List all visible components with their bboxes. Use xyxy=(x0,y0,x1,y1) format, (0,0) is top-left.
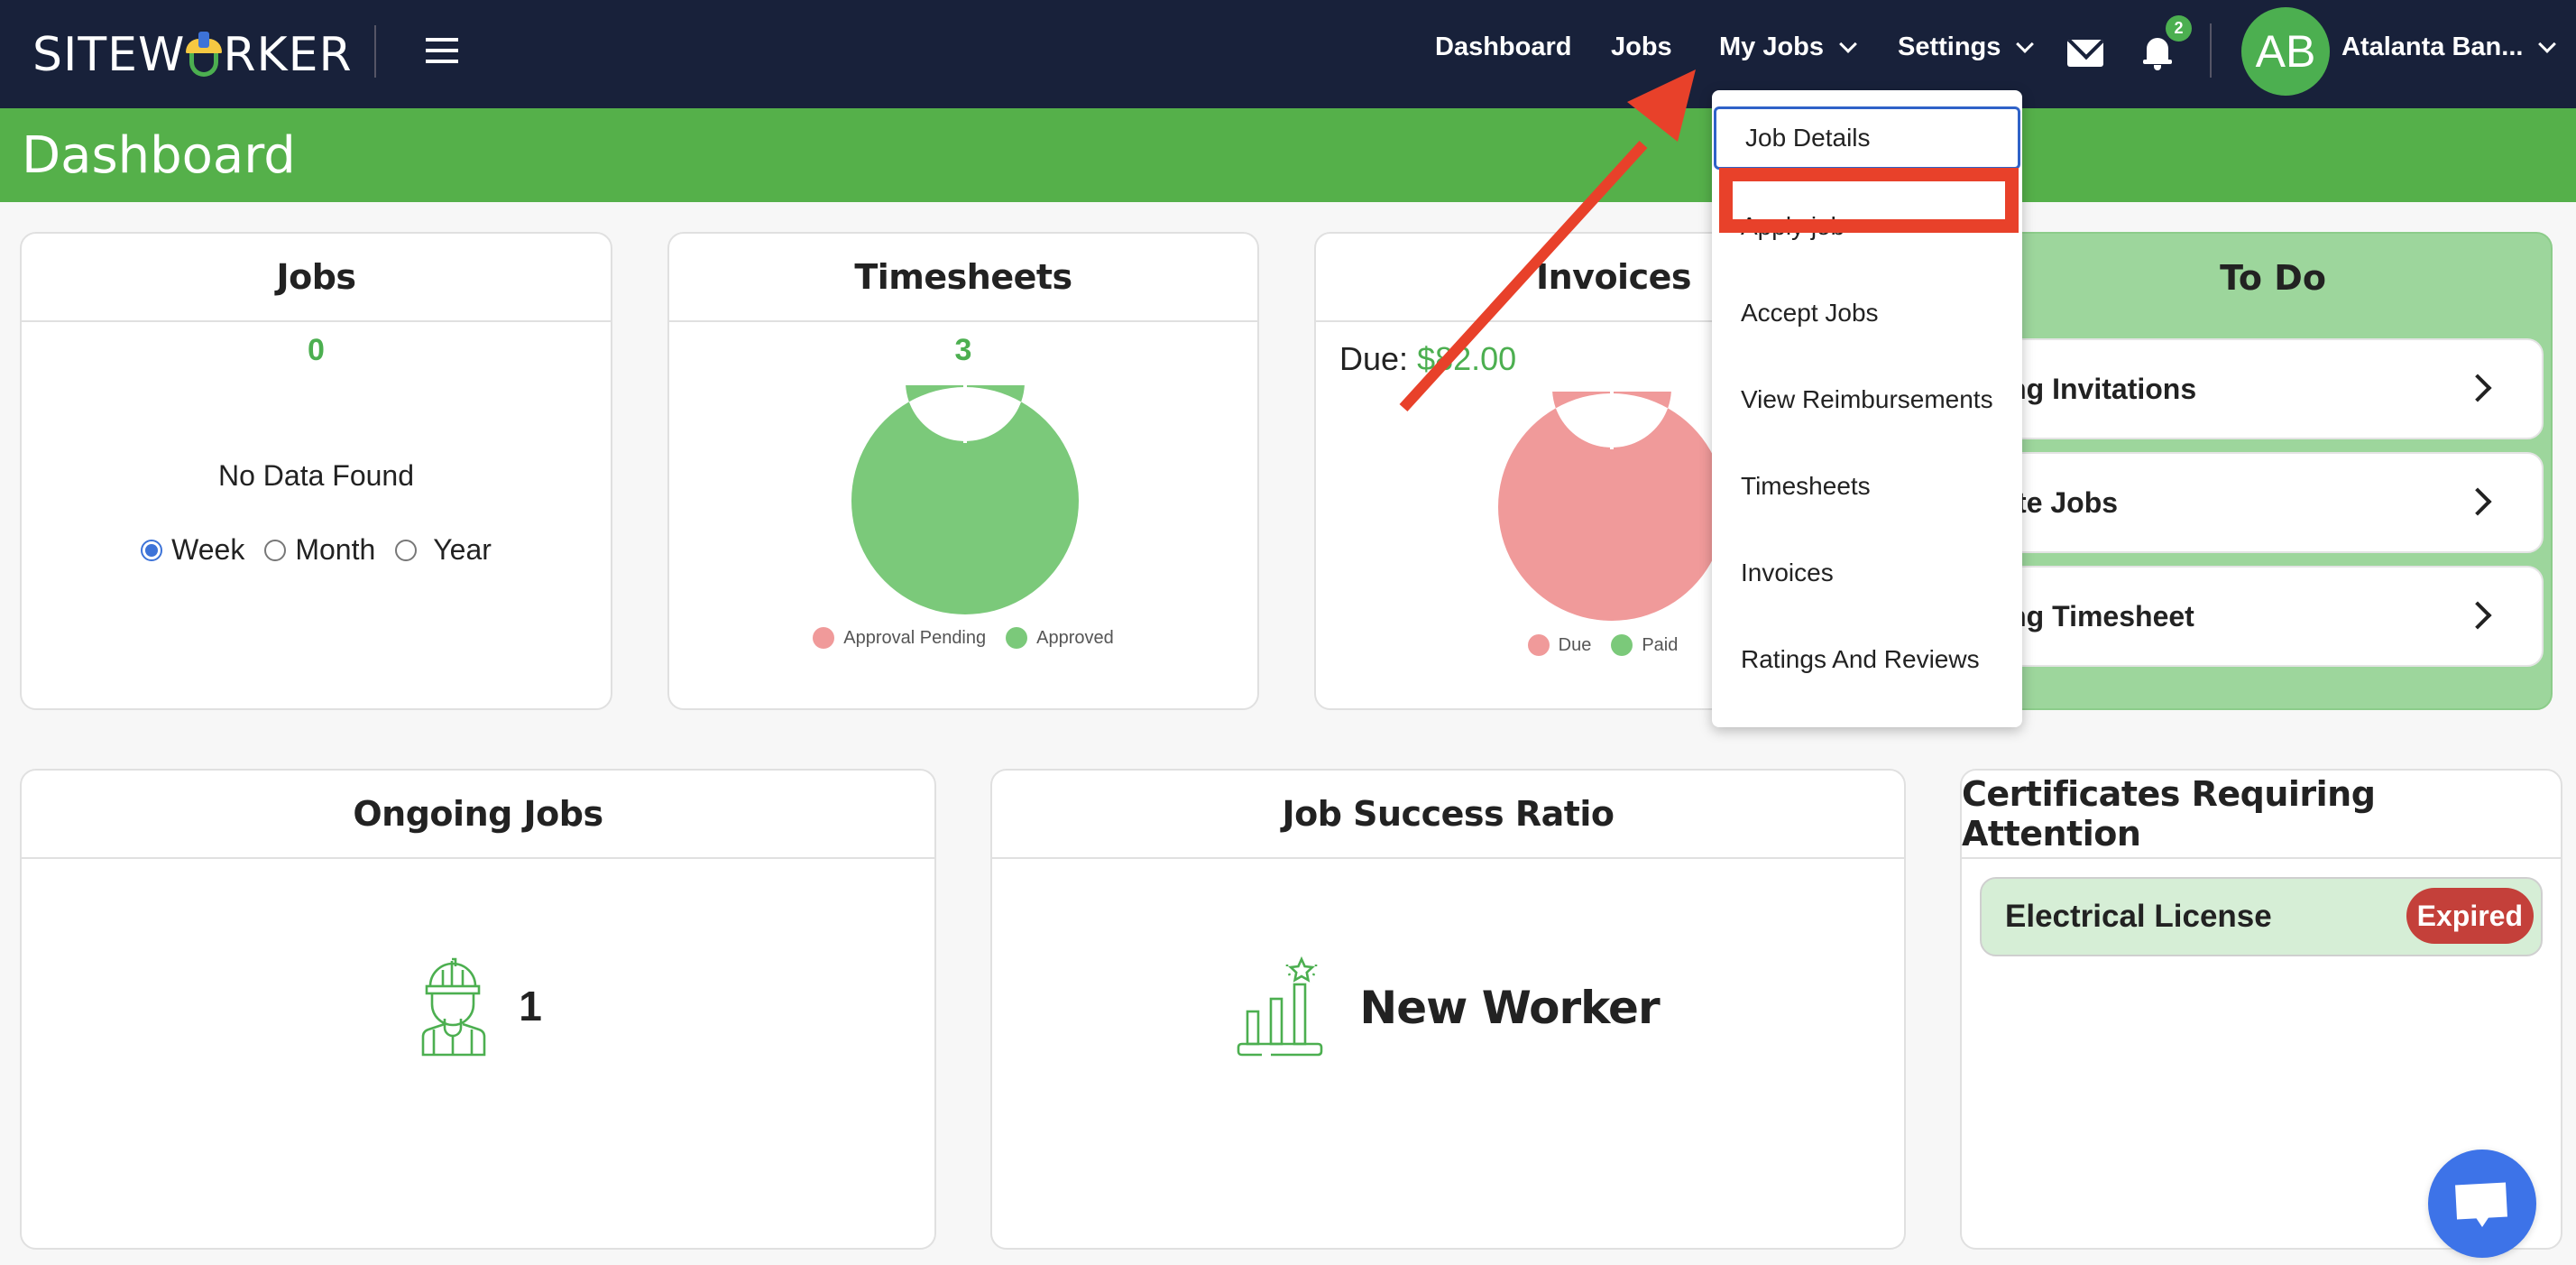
card-title: Timesheets xyxy=(669,234,1257,322)
hardhat-shield-icon xyxy=(186,32,223,78)
radio-label: Month xyxy=(295,533,376,566)
job-success-card: Job Success Ratio New Worker xyxy=(990,769,1906,1250)
menu-item-label: Job Details xyxy=(1745,124,1871,152)
chevron-right-icon xyxy=(2463,601,2492,630)
job-success-summary: New Worker xyxy=(992,956,1904,1060)
card-title: Certificates Requiring Attention xyxy=(1962,771,2561,859)
legend-swatch xyxy=(1611,634,1633,656)
menu-item-accept-jobs[interactable]: Accept Jobs xyxy=(1712,282,2022,345)
ongoing-jobs-summary: 1 xyxy=(22,956,934,1057)
invoices-donut-chart xyxy=(1498,392,1725,621)
chat-button[interactable] xyxy=(2428,1150,2536,1258)
chevron-down-icon xyxy=(1839,34,1857,53)
nav-link-label: My Jobs xyxy=(1719,32,1825,61)
due-amount: $82.00 xyxy=(1417,340,1517,377)
menu-item-ratings-and-reviews[interactable]: Ratings And Reviews xyxy=(1712,628,2022,691)
due-summary: Due: $82.00 xyxy=(1339,340,1516,378)
chat-bubble-icon xyxy=(2455,1182,2507,1220)
nav-divider xyxy=(374,25,376,78)
chat-bubble-tail xyxy=(2475,1216,2489,1227)
radio-label: Year xyxy=(433,533,492,566)
nav-link-dashboard[interactable]: Dashboard xyxy=(1435,32,1571,62)
chart-legend: Approval Pending Approved xyxy=(669,627,1257,649)
bell-icon[interactable] xyxy=(2143,34,2172,72)
menu-item-view-reimbursements[interactable]: View Reimbursements xyxy=(1712,368,2022,431)
timesheets-count: 3 xyxy=(954,333,972,367)
jobs-card: Jobs 0 No Data Found Week Month Year xyxy=(20,232,612,710)
radio-label: Week xyxy=(171,533,245,566)
empty-state-text: No Data Found xyxy=(217,459,414,492)
menu-item-job-details[interactable]: Job Details xyxy=(1714,106,2020,170)
chevron-right-icon xyxy=(2463,487,2492,516)
legend-swatch xyxy=(1527,634,1550,656)
siteworker-logo[interactable]: SITEW RKER xyxy=(32,23,353,87)
mail-icon[interactable] xyxy=(2067,40,2103,67)
legend-item-approval-pending[interactable]: Approval Pending xyxy=(813,627,986,649)
status-badge: Expired xyxy=(2406,888,2534,944)
legend-swatch xyxy=(813,627,835,649)
legend-item-paid[interactable]: Paid xyxy=(1611,634,1678,656)
nav-link-label: Jobs xyxy=(1611,32,1672,61)
timesheets-donut-chart xyxy=(851,385,1079,614)
radio-year[interactable]: Year xyxy=(395,533,492,567)
legend-label: Paid xyxy=(1642,634,1679,655)
menu-item-label: Ratings And Reviews xyxy=(1741,645,1980,673)
menu-item-timesheets[interactable]: Timesheets xyxy=(1712,455,2022,518)
card-title: Job Success Ratio xyxy=(992,771,1904,859)
menu-item-apply-job[interactable]: Apply job xyxy=(1712,195,2022,258)
menu-item-invoices[interactable]: Invoices xyxy=(1712,541,2022,605)
chevron-right-icon xyxy=(2463,374,2492,402)
construction-worker-icon xyxy=(421,957,486,1057)
card-title: Ongoing Jobs xyxy=(22,771,934,859)
certificate-item[interactable]: Electrical License Expired xyxy=(1980,877,2543,956)
legend-label: Approval Pending xyxy=(843,627,987,648)
nav-link-settings[interactable]: Settings xyxy=(1898,32,2035,62)
nav-link-label: Settings xyxy=(1898,32,2001,61)
legend-item-due[interactable]: Due xyxy=(1527,634,1592,656)
nav-link-jobs[interactable]: Jobs xyxy=(1611,32,1672,62)
page-title-bar: Dashboard xyxy=(0,108,2576,202)
nav-divider xyxy=(2210,23,2212,78)
my-jobs-dropdown: Job Details Apply job Accept Jobs View R… xyxy=(1712,90,2022,727)
nav-link-my-jobs[interactable]: My Jobs xyxy=(1719,32,1857,62)
radio-button[interactable] xyxy=(264,539,287,561)
logo-text-suffix: RKER xyxy=(223,28,353,82)
legend-swatch xyxy=(1006,627,1028,649)
timesheets-card: Timesheets 3 Approval Pending Approved xyxy=(667,232,1259,710)
menu-item-label: Accept Jobs xyxy=(1741,299,1879,327)
chevron-down-icon xyxy=(2016,34,2035,53)
due-label: Due: xyxy=(1339,340,1409,377)
logo-text-prefix: SITEW xyxy=(32,28,186,82)
ongoing-jobs-card: Ongoing Jobs 1 xyxy=(20,769,936,1250)
legend-item-approved[interactable]: Approved xyxy=(1006,627,1114,649)
user-menu[interactable]: Atalanta Ban... xyxy=(2341,32,2557,62)
ongoing-jobs-count: 1 xyxy=(519,983,542,1030)
menu-item-label: Apply job xyxy=(1741,212,1845,240)
legend-label: Due xyxy=(1558,634,1592,655)
legend-label: Approved xyxy=(1036,627,1114,648)
radio-button[interactable] xyxy=(141,539,163,561)
chevron-down-icon xyxy=(2538,34,2557,53)
radio-month[interactable]: Month xyxy=(264,533,375,567)
card-title: Jobs xyxy=(22,234,611,322)
radio-button[interactable] xyxy=(395,539,418,561)
jobs-count: 0 xyxy=(308,333,325,367)
menu-item-label: View Reimbursements xyxy=(1741,385,1993,413)
avatar[interactable]: AB xyxy=(2241,7,2330,96)
menu-item-label: Timesheets xyxy=(1741,472,1871,500)
top-nav: SITEW RKER Dashboard Jobs My Jobs Settin… xyxy=(0,0,2576,108)
radio-week[interactable]: Week xyxy=(141,533,244,567)
notification-badge: 2 xyxy=(2166,15,2192,42)
page-title: Dashboard xyxy=(22,126,296,185)
nav-link-label: Dashboard xyxy=(1435,32,1572,61)
bar-chart-star-icon xyxy=(1237,956,1323,1057)
certificate-name: Electrical License xyxy=(2005,899,2272,934)
job-success-status: New Worker xyxy=(1359,982,1660,1034)
user-name: Atalanta Ban... xyxy=(2341,32,2524,61)
range-selector: Week Month Year xyxy=(22,533,611,567)
hamburger-menu-icon[interactable] xyxy=(426,38,458,63)
menu-item-label: Invoices xyxy=(1741,559,1834,586)
